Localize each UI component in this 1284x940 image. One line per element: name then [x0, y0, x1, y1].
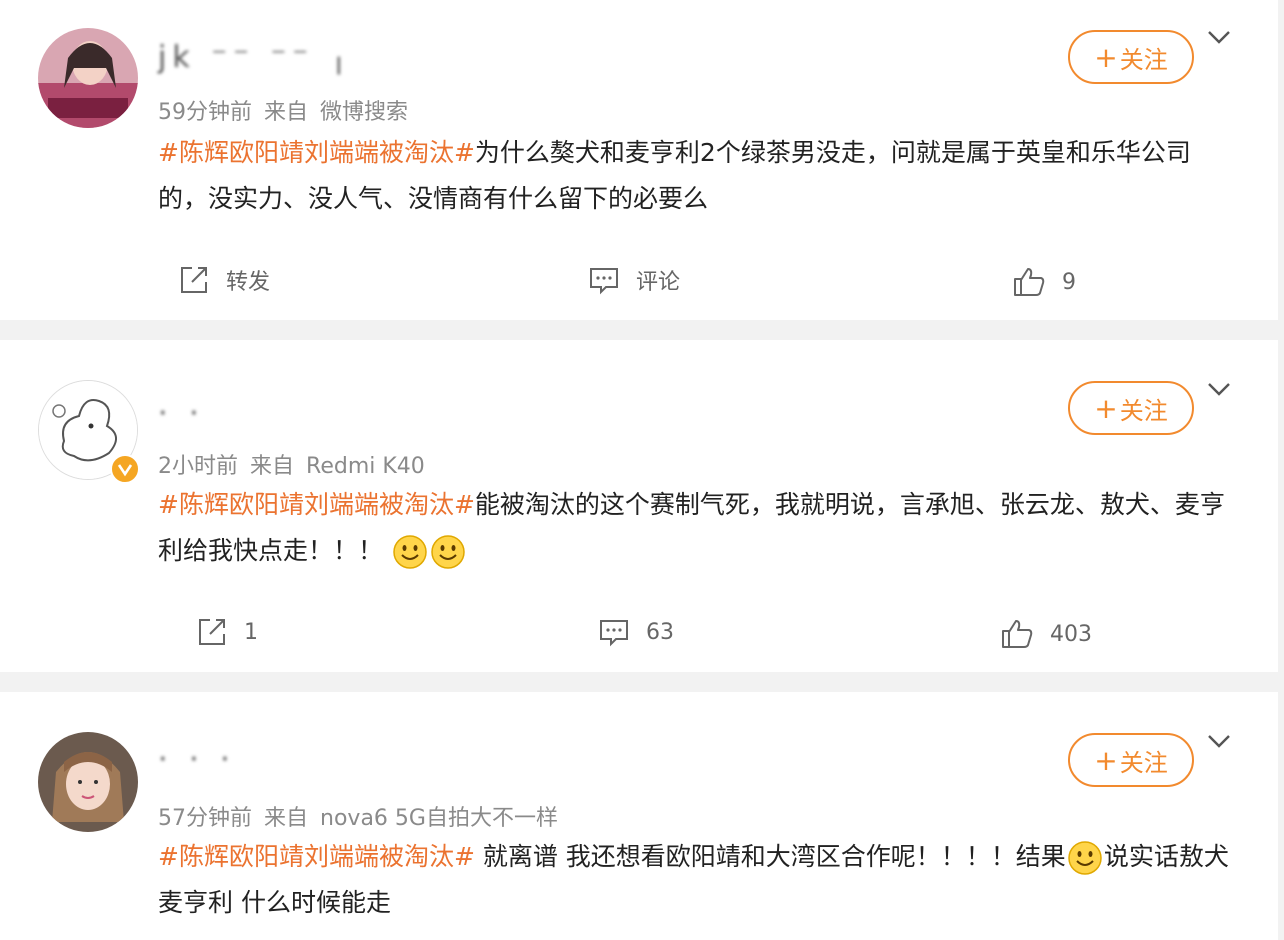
comment-button[interactable]: 评论	[588, 264, 680, 296]
comment-count: 63	[646, 619, 674, 645]
chevron-down-icon[interactable]	[1206, 728, 1232, 754]
smile-emoji-icon	[393, 535, 427, 569]
post-meta: 2小时前 来自 Redmi K40	[158, 448, 437, 480]
follow-label: 关注	[1119, 396, 1168, 425]
comment-icon	[600, 620, 628, 647]
follow-button[interactable]: + 关注	[1068, 381, 1194, 435]
thumbs-up-icon	[1014, 268, 1045, 296]
weibo-post: · · 2小时前 来自 Redmi K40 + 关注 #陈辉欧阳靖刘端端被淘汰#能被淘…	[0, 340, 1278, 672]
comment-icon	[590, 268, 618, 295]
post-time[interactable]: 2小时前	[158, 454, 238, 479]
post-text: #陈辉欧阳靖刘端端被淘汰#为什么獒犬和麦亨利2个绿茶男没走，问就是属于英皇和乐华…	[158, 130, 1238, 222]
like-count: 9	[1062, 269, 1076, 295]
weibo-post: jk ⁻⁻ ⁻⁻ ╷ 59分钟前 来自 微博搜索 + 关注 #陈辉欧阳靖刘端端被淘汰#…	[0, 0, 1278, 320]
repost-label: 转发	[226, 270, 271, 295]
post-text: #陈辉欧阳靖刘端端被淘汰#能被淘汰的这个赛制气死，我就明说，言承旭、张云龙、敖犬…	[158, 482, 1238, 574]
source-prefix: 来自	[264, 100, 309, 125]
username[interactable]: jk ⁻⁻ ⁻⁻ ╷	[158, 40, 354, 75]
post-time[interactable]: 57分钟前	[158, 806, 252, 831]
post-body-part-1: 就离谱 我还想看欧阳靖和大湾区合作呢！！！！结果	[474, 842, 1066, 871]
chevron-down-icon[interactable]	[1206, 376, 1232, 402]
like-count: 403	[1050, 621, 1092, 647]
username[interactable]: · · ·	[158, 742, 236, 777]
follow-label: 关注	[1119, 748, 1168, 777]
plus-icon: +	[1094, 40, 1118, 74]
repost-count: 1	[244, 619, 258, 645]
comment-label: 评论	[636, 270, 681, 295]
post-source: 微博搜索	[320, 100, 409, 125]
username[interactable]: · ·	[158, 396, 205, 431]
chevron-down-icon[interactable]	[1206, 24, 1232, 50]
post-meta: 57分钟前 来自 nova6 5G自拍大不一样	[158, 800, 570, 832]
follow-button[interactable]: + 关注	[1068, 30, 1194, 84]
source-prefix: 来自	[250, 454, 295, 479]
smile-emoji-icon	[431, 535, 465, 569]
thumbs-up-icon	[1002, 620, 1033, 648]
post-source: Redmi K40	[306, 454, 425, 479]
smile-emoji-icon	[1068, 841, 1102, 875]
repost-icon	[181, 267, 207, 293]
avatar[interactable]	[38, 28, 138, 128]
topic-link[interactable]: #陈辉欧阳靖刘端端被淘汰#	[158, 490, 475, 519]
follow-button[interactable]: + 关注	[1068, 733, 1194, 787]
verified-badge-icon	[110, 454, 140, 484]
repost-button[interactable]: 1	[196, 616, 258, 648]
post-meta: 59分钟前 来自 微博搜索	[158, 94, 420, 126]
follow-label: 关注	[1119, 45, 1168, 74]
source-prefix: 来自	[264, 806, 309, 831]
post-text: #陈辉欧阳靖刘端端被淘汰# 就离谱 我还想看欧阳靖和大湾区合作呢！！！！结果 说实…	[158, 834, 1238, 926]
like-button[interactable]: 9	[1012, 266, 1076, 298]
avatar[interactable]	[38, 732, 138, 832]
topic-link[interactable]: #陈辉欧阳靖刘端端被淘汰#	[158, 138, 475, 167]
repost-button[interactable]: 转发	[178, 264, 270, 296]
plus-icon: +	[1094, 743, 1118, 777]
weibo-post: · · · 57分钟前 来自 nova6 5G自拍大不一样 + 关注 #陈辉欧阳靖刘端…	[0, 692, 1278, 940]
topic-link[interactable]: #陈辉欧阳靖刘端端被淘汰#	[158, 842, 475, 871]
repost-icon	[199, 619, 225, 645]
post-time[interactable]: 59分钟前	[158, 100, 252, 125]
post-source: nova6 5G自拍大不一样	[320, 806, 558, 831]
comment-button[interactable]: 63	[598, 616, 674, 648]
like-button[interactable]: 403	[1000, 618, 1092, 650]
plus-icon: +	[1094, 391, 1118, 425]
